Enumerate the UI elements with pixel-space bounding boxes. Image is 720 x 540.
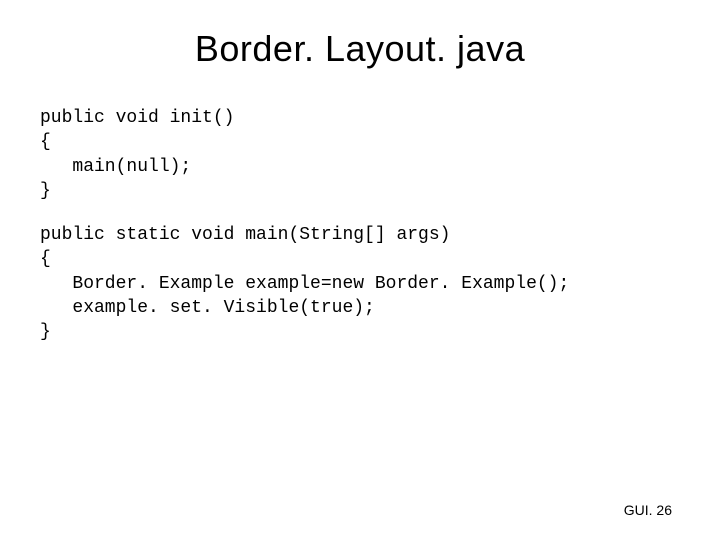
slide-footer: GUI. 26: [624, 502, 672, 518]
code-block-init: public void init() { main(null); }: [40, 106, 680, 203]
slide-container: Border. Layout. java public void init() …: [0, 0, 720, 540]
slide-title: Border. Layout. java: [40, 28, 680, 70]
code-block-main: public static void main(String[] args) {…: [40, 223, 680, 344]
